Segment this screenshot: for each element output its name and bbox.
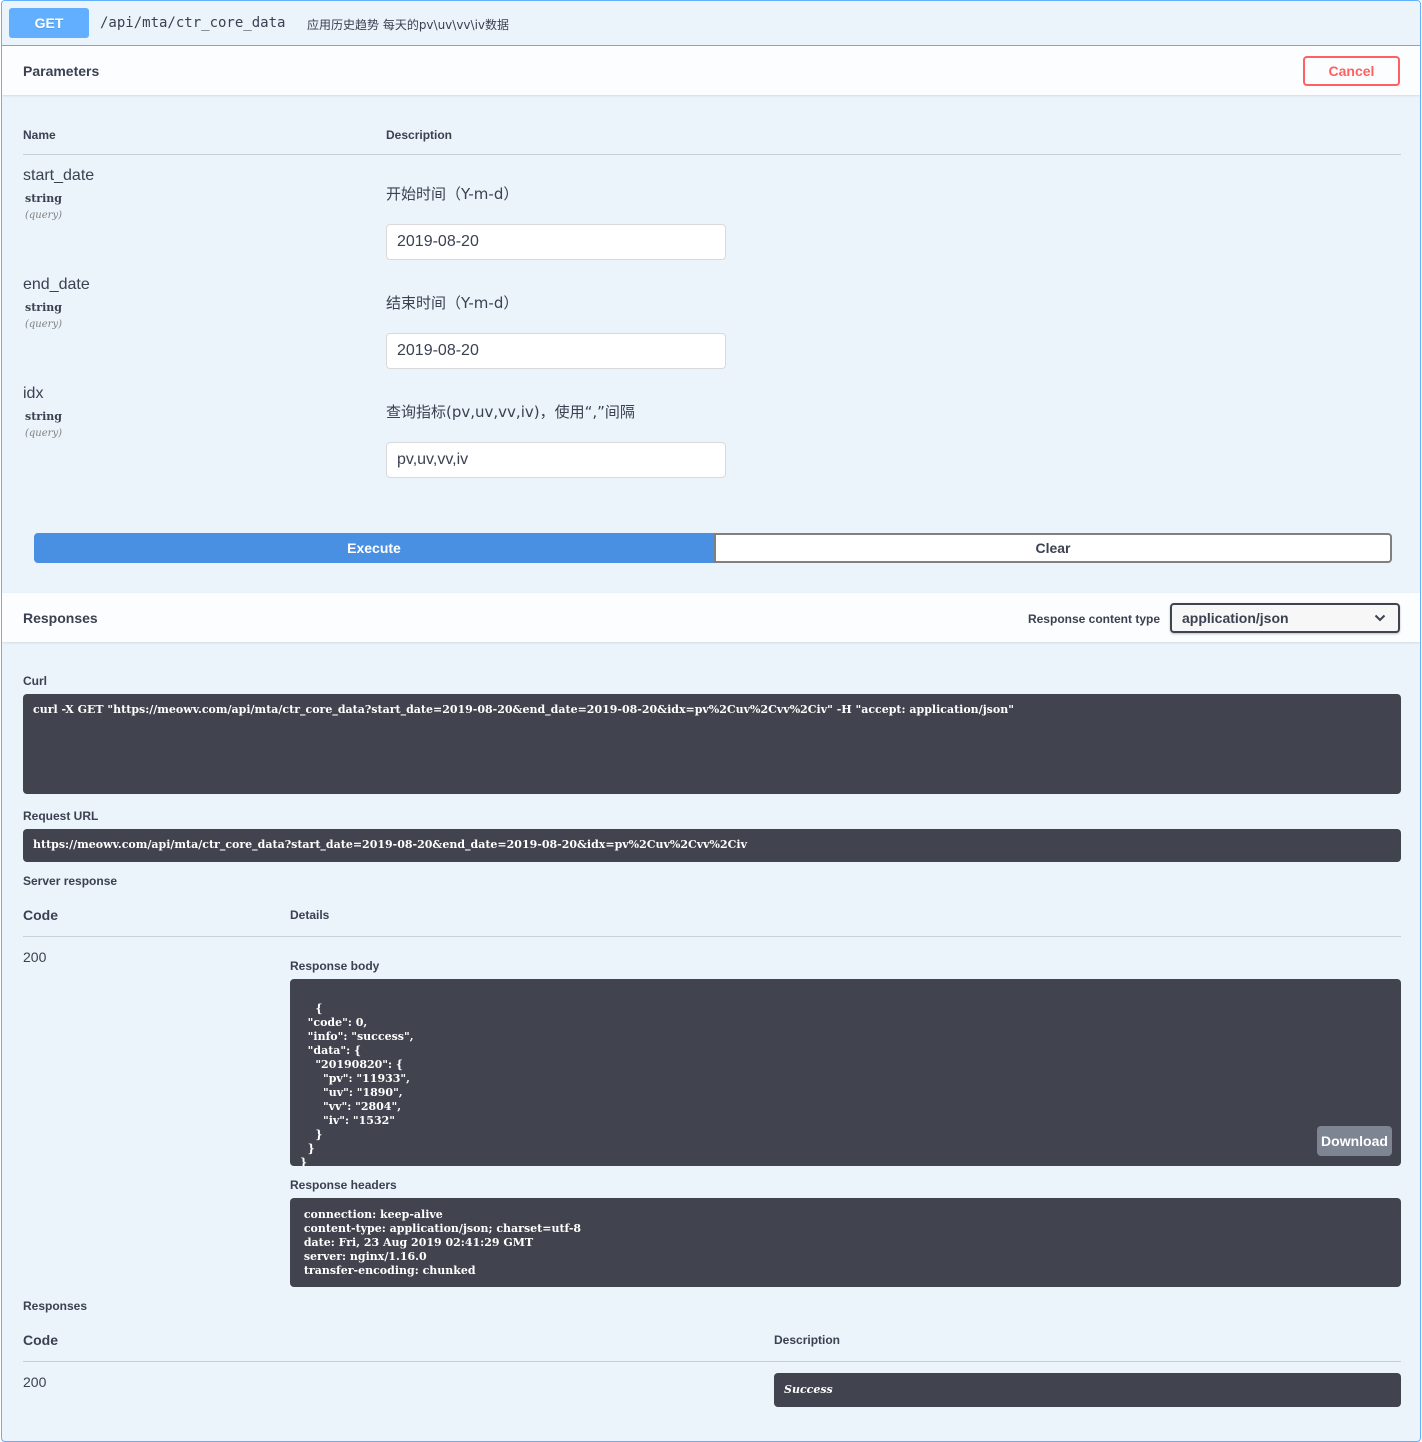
execute-wrapper: Execute Clear: [34, 533, 1392, 563]
operation-block-get: GET /api/mta/ctr_core_data 应用历史趋势 每天的pv\…: [1, 0, 1421, 1442]
http-method-badge: GET: [9, 8, 89, 38]
curl-label: Curl: [23, 674, 47, 688]
response-headers-block[interactable]: connection: keep-alive content-type: app…: [290, 1198, 1401, 1287]
response-headers-label: Response headers: [290, 1178, 397, 1192]
param-location: (query): [25, 319, 62, 330]
divider: [23, 1361, 1401, 1362]
endpoint-path: /api/mta/ctr_core_data: [100, 15, 286, 31]
endpoint-description: 应用历史趋势 每天的pv\uv\vv\iv数据: [307, 18, 510, 32]
response-description-text: Success: [784, 1383, 833, 1396]
request-url-label: Request URL: [23, 809, 99, 823]
documented-response-code: 200: [23, 1374, 47, 1390]
param-description: 开始时间（Y-m-d）: [386, 185, 519, 203]
param-type: string: [25, 410, 62, 423]
content-type-select[interactable]: application/json: [1170, 603, 1400, 633]
param-name-idx: idx: [23, 385, 44, 402]
curl-command: curl -X GET "https://meowv.com/api/mta/c…: [33, 703, 1014, 716]
content-type-value: application/json: [1182, 610, 1289, 626]
details-column-header: Details: [290, 908, 330, 922]
response-code: 200: [23, 949, 47, 965]
parameters-header: Parameters Cancel: [2, 46, 1420, 95]
execute-button[interactable]: Execute: [34, 533, 714, 563]
response-body: { "code": 0, "info": "success", "data": …: [300, 1002, 414, 1166]
response-body-block[interactable]: { "code": 0, "info": "success", "data": …: [290, 979, 1401, 1166]
param-location: (query): [25, 210, 62, 221]
response-headers: connection: keep-alive content-type: app…: [303, 1208, 582, 1277]
description-column-header: Description: [774, 1333, 841, 1347]
operation-summary[interactable]: GET /api/mta/ctr_core_data 应用历史趋势 每天的pv\…: [2, 1, 1420, 46]
chevron-down-icon: [1374, 614, 1386, 622]
param-name-end-date: end_date: [23, 276, 90, 293]
code-column-header: Code: [23, 1332, 58, 1348]
description-column-header: Description: [386, 128, 453, 142]
clear-button[interactable]: Clear: [714, 533, 1392, 563]
curl-code-block[interactable]: curl -X GET "https://meowv.com/api/mta/c…: [23, 694, 1401, 794]
responses-title: Responses: [23, 610, 98, 626]
param-name-start-date: start_date: [23, 167, 95, 184]
param-location: (query): [25, 428, 62, 439]
divider: [23, 154, 1401, 155]
request-url: https://meowv.com/api/mta/ctr_core_data?…: [33, 838, 747, 851]
param-type: string: [25, 192, 62, 205]
responses-header: Responses Response content type applicat…: [2, 593, 1420, 642]
download-button[interactable]: Download: [1317, 1126, 1392, 1156]
code-column-header: Code: [23, 907, 58, 923]
start-date-input[interactable]: [386, 224, 726, 260]
name-column-header: Name: [23, 128, 56, 142]
idx-input[interactable]: [386, 442, 726, 478]
request-url-block[interactable]: https://meowv.com/api/mta/ctr_core_data?…: [23, 829, 1401, 862]
cancel-button[interactable]: Cancel: [1303, 56, 1400, 86]
param-type: string: [25, 301, 62, 314]
documented-response-description: Success: [774, 1373, 1401, 1407]
content-type-label: Response content type: [1027, 612, 1160, 626]
param-description: 结束时间（Y-m-d）: [386, 294, 519, 312]
parameters-title: Parameters: [23, 63, 100, 79]
server-response-label: Server response: [23, 874, 118, 888]
response-body-label: Response body: [290, 959, 380, 973]
param-description: 查询指标(pv,uv,vv,iv)，使用“,”间隔: [386, 403, 635, 421]
documented-responses-label: Responses: [23, 1299, 88, 1313]
end-date-input[interactable]: [386, 333, 726, 369]
divider: [23, 936, 1401, 937]
